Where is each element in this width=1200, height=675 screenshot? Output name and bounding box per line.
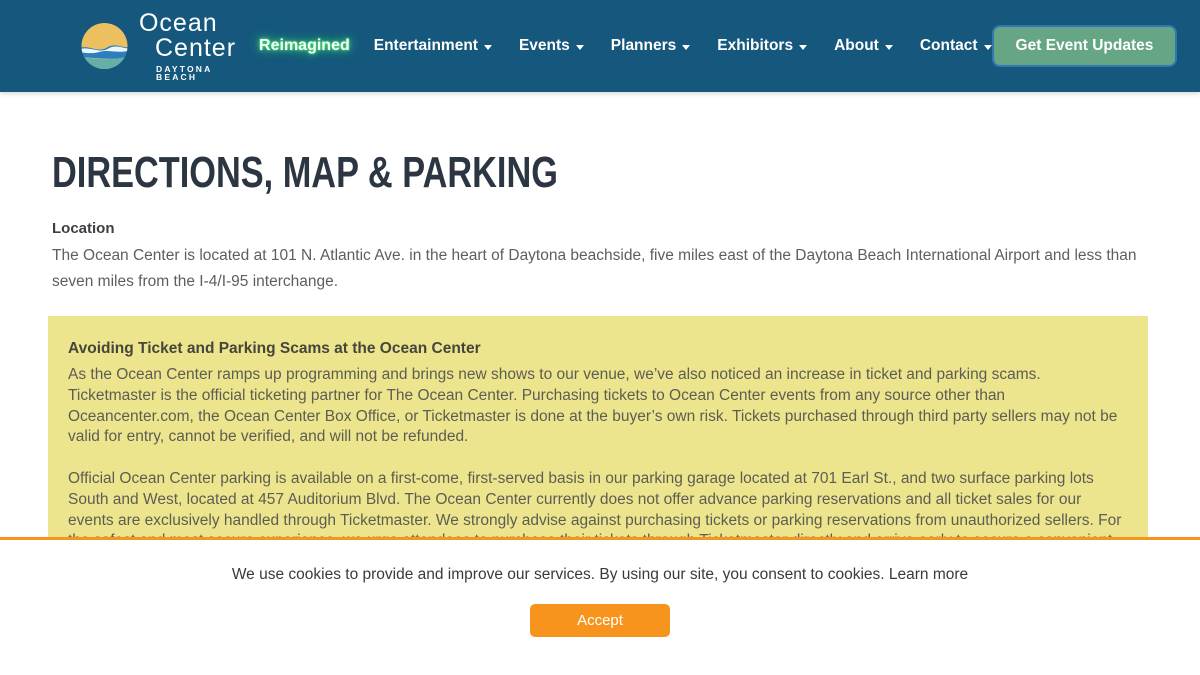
main-nav: Entertainment Events Planners Exhibitors…	[374, 37, 992, 55]
nav-label: About	[834, 37, 879, 55]
chevron-down-icon	[984, 45, 992, 50]
cookie-message: We use cookies to provide and improve ou…	[232, 566, 889, 583]
nav-item-exhibitors[interactable]: Exhibitors	[717, 37, 807, 55]
logo-line-daytona-beach: DAYTONA BEACH	[139, 65, 243, 82]
sun-wave-logo-icon	[80, 18, 129, 74]
ocean-center-logo[interactable]: Ocean Center DAYTONA BEACH	[80, 11, 243, 82]
chevron-down-icon	[799, 45, 807, 50]
nav-item-contact[interactable]: Contact	[920, 37, 992, 55]
site-header: Ocean Center DAYTONA BEACH Reimagined En…	[0, 0, 1200, 92]
chevron-down-icon	[885, 45, 893, 50]
page-title: DIRECTIONS, MAP & PARKING	[52, 148, 558, 198]
logo-text: Ocean Center DAYTONA BEACH	[139, 11, 243, 82]
logo-line-center: Center	[139, 36, 243, 61]
nav-label: Contact	[920, 37, 978, 55]
nav-label: Entertainment	[374, 37, 478, 55]
accept-cookies-button[interactable]: Accept	[530, 604, 670, 637]
nav-label: Planners	[611, 37, 676, 55]
get-event-updates-button[interactable]: Get Event Updates	[992, 25, 1178, 67]
nav-label: Exhibitors	[717, 37, 793, 55]
chevron-down-icon	[484, 45, 492, 50]
main-content: DIRECTIONS, MAP & PARKING Location The O…	[0, 92, 1200, 599]
chevron-down-icon	[682, 45, 690, 50]
nav-item-planners[interactable]: Planners	[611, 37, 690, 55]
learn-more-link[interactable]: Learn more	[889, 566, 968, 583]
nav-item-entertainment[interactable]: Entertainment	[374, 37, 492, 55]
chevron-down-icon	[576, 45, 584, 50]
nav-item-about[interactable]: About	[834, 37, 893, 55]
nav-label: Events	[519, 37, 570, 55]
reimagined-badge[interactable]: Reimagined	[259, 37, 350, 55]
location-paragraph: The Ocean Center is located at 101 N. At…	[52, 243, 1147, 294]
scam-warning-heading: Avoiding Ticket and Parking Scams at the…	[68, 340, 1128, 358]
nav-item-events[interactable]: Events	[519, 37, 584, 55]
logo-line-ocean: Ocean	[139, 11, 243, 36]
cookie-banner: We use cookies to provide and improve ou…	[0, 537, 1200, 675]
scam-warning-paragraph-1: As the Ocean Center ramps up programming…	[68, 365, 1128, 448]
location-heading: Location	[52, 220, 1152, 237]
